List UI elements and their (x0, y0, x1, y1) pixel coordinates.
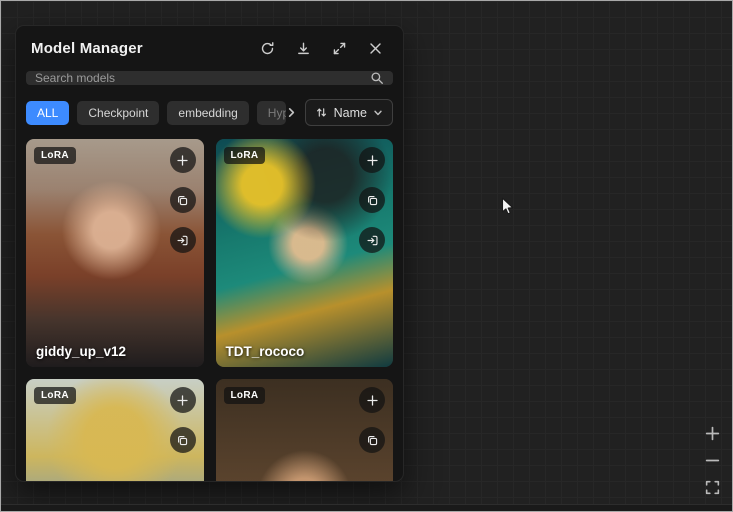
zoom-out-button[interactable] (704, 452, 721, 469)
model-card[interactable]: LoRA TDT_rococo (216, 139, 394, 367)
search-icon (370, 71, 384, 85)
copy-model-button[interactable] (170, 187, 196, 213)
chevron-down-icon (373, 108, 383, 118)
copy-model-button[interactable] (359, 187, 385, 213)
download-icon[interactable] (296, 41, 311, 56)
model-type-badge: LoRA (224, 387, 266, 404)
load-model-button[interactable] (359, 227, 385, 253)
app-window: Model Manager (0, 0, 733, 512)
copy-model-button[interactable] (359, 427, 385, 453)
copy-model-button[interactable] (170, 427, 196, 453)
model-type-badge: LoRA (224, 147, 266, 164)
load-model-button[interactable] (170, 227, 196, 253)
model-manager-panel: Model Manager (15, 25, 404, 482)
model-name: giddy_up_v12 (36, 344, 126, 359)
canvas-controls (704, 425, 721, 496)
expand-icon[interactable] (332, 41, 347, 56)
model-card[interactable]: LoRA (26, 379, 204, 482)
search-input[interactable] (35, 71, 370, 85)
fit-view-button[interactable] (704, 479, 721, 496)
filter-chip-all[interactable]: ALL (26, 101, 69, 125)
model-card-grid: LoRA giddy_up_v12 LoRA (26, 139, 393, 482)
refresh-icon[interactable] (260, 41, 275, 56)
model-card[interactable]: LoRA (216, 379, 394, 482)
scroll-right-icon[interactable] (286, 107, 297, 118)
filter-chip-checkpoint[interactable]: Checkpoint (77, 101, 159, 125)
zoom-in-button[interactable] (704, 425, 721, 442)
search-bar[interactable] (26, 71, 393, 85)
sort-icon (315, 106, 328, 119)
add-model-button[interactable] (170, 387, 196, 413)
sort-label: Name (334, 106, 367, 120)
panel-title: Model Manager (31, 40, 143, 57)
filter-chip-embedding[interactable]: embedding (167, 101, 248, 125)
panel-header-icons (260, 41, 383, 56)
model-name: TDT_rococo (226, 344, 305, 359)
sort-dropdown[interactable]: Name (305, 99, 393, 126)
bottom-edge (1, 504, 732, 511)
filter-bar: ALL Checkpoint embedding Hype Name (26, 99, 393, 126)
model-type-badge: LoRA (34, 387, 76, 404)
filter-chip-hypernetwork[interactable]: Hype (257, 101, 286, 125)
panel-header: Model Manager (16, 26, 403, 57)
model-card[interactable]: LoRA giddy_up_v12 (26, 139, 204, 367)
add-model-button[interactable] (170, 147, 196, 173)
add-model-button[interactable] (359, 387, 385, 413)
add-model-button[interactable] (359, 147, 385, 173)
close-icon[interactable] (368, 41, 383, 56)
model-type-badge: LoRA (34, 147, 76, 164)
